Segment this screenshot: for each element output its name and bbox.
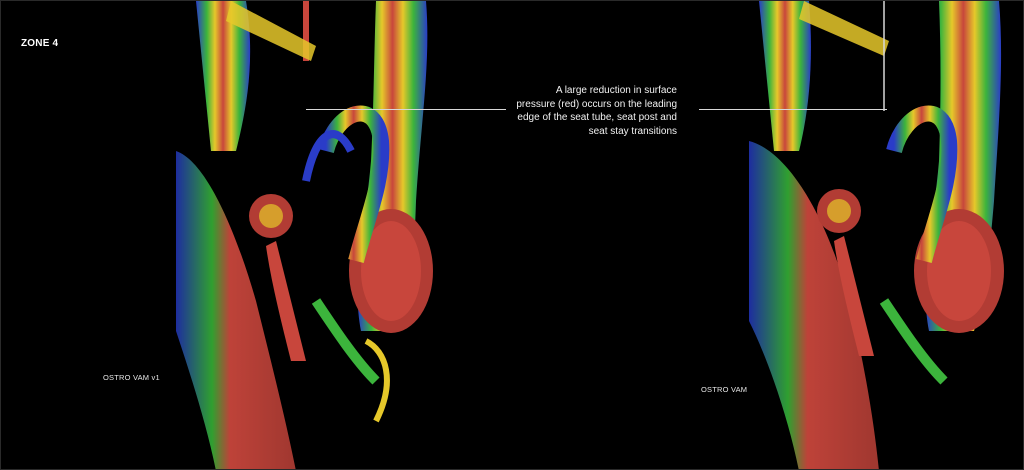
slide-frame: ZONE 4 A large reduction in surface pres…	[0, 0, 1024, 470]
zone-title: ZONE 4	[21, 38, 59, 49]
left-cfd-render	[176, 1, 433, 469]
callout-line-3: edge of the seat tube, seat post and	[517, 112, 677, 123]
left-leader-line	[306, 109, 506, 110]
callout-line-1: A large reduction in surface	[555, 85, 677, 96]
right-model-label: OSTRO VAM	[701, 385, 748, 394]
right-leader-line	[699, 109, 887, 110]
right-cfd-render	[749, 1, 1004, 469]
callout-line-2: pressure (red) occurs on the leading	[516, 98, 677, 110]
left-model-label: OSTRO VAM v1	[103, 373, 160, 382]
pressure-callout: A large reduction in surface pressure (r…	[489, 84, 677, 138]
callout-line-4: seat stay transitions	[588, 125, 677, 137]
